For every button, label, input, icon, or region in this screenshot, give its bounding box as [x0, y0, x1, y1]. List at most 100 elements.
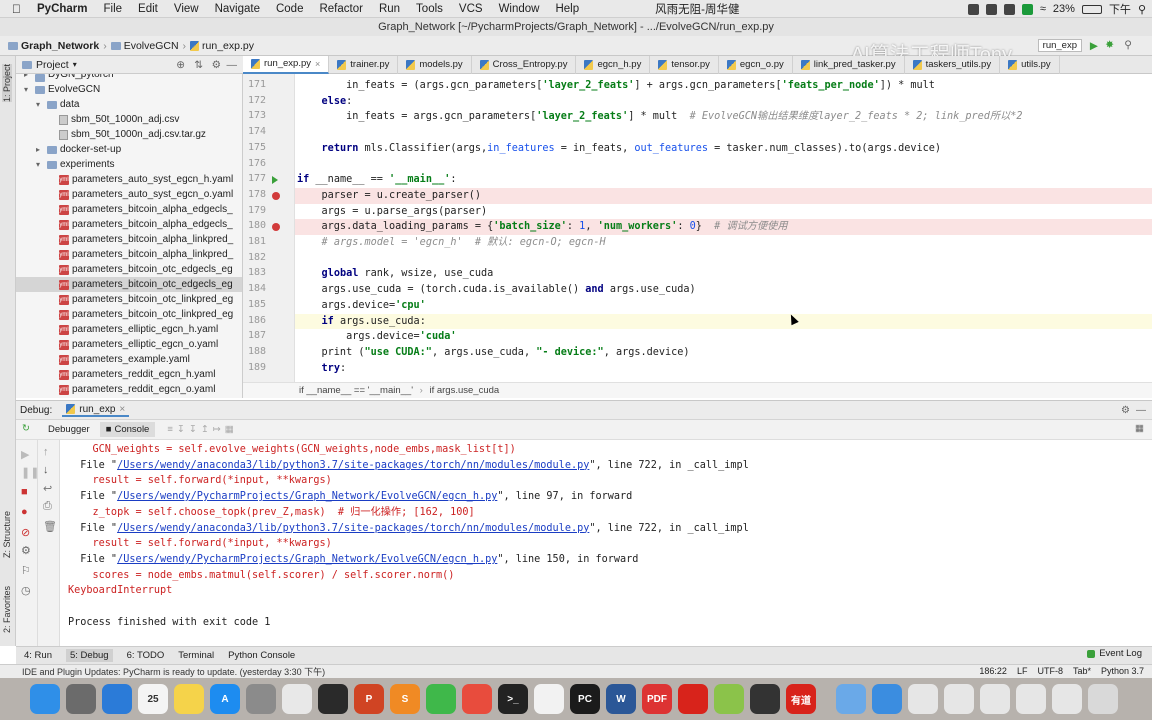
tab-console[interactable]: ■ Console: [99, 422, 156, 437]
favorites-tool-button[interactable]: 2: Favorites: [2, 586, 12, 633]
editor-tab[interactable]: egcn_h.py: [576, 55, 651, 74]
tree-item[interactable]: yml parameters_bitcoin_otc_linkpred_eg: [16, 307, 242, 322]
youdao-icon[interactable]: 有道: [786, 684, 816, 714]
tray-icon[interactable]: [967, 3, 979, 15]
search-everywhere-icon[interactable]: ⚲: [1124, 39, 1132, 51]
editor-tab[interactable]: utils.py: [1000, 55, 1060, 74]
debug-session-tab[interactable]: run_exp ×: [62, 404, 130, 417]
tab-debugger[interactable]: Debugger: [42, 422, 96, 437]
menu-view[interactable]: View: [166, 3, 207, 15]
step-into-icon[interactable]: ↧: [177, 424, 185, 435]
tool-window--run[interactable]: 4: Run: [24, 650, 52, 661]
code-line[interactable]: return mls.Classifier(args,in_features =…: [295, 141, 1152, 157]
tree-item[interactable]: sbm_50t_1000n_adj.csv.tar.gz: [16, 127, 242, 142]
down-icon[interactable]: ↓: [43, 464, 49, 476]
editor-tab[interactable]: run_exp.py ×: [243, 55, 330, 74]
code-line[interactable]: parser = u.create_parser(): [295, 187, 1152, 204]
maps-icon[interactable]: [714, 684, 744, 714]
nav-crumb-project[interactable]: Graph_Network: [8, 40, 99, 52]
tree-item[interactable]: yml parameters_bitcoin_alpha_linkpred_: [16, 247, 242, 262]
gear-icon[interactable]: ⚙: [21, 544, 31, 557]
tree-item[interactable]: yml parameters_bitcoin_otc_edgecls_eg: [16, 262, 242, 277]
code-line[interactable]: args.use_cuda = (torch.cuda.is_available…: [295, 282, 1152, 298]
gear-icon[interactable]: ⚙: [212, 59, 221, 71]
code-line[interactable]: else:: [295, 94, 1152, 110]
soft-wrap-icon[interactable]: ↩: [43, 482, 52, 495]
menu-refactor[interactable]: Refactor: [311, 3, 370, 15]
mute-breakpoints-icon[interactable]: ⊘: [21, 526, 30, 539]
tree-item[interactable]: yml parameters_reddit_egcn_o.yaml: [16, 382, 242, 397]
wifi-icon[interactable]: ≈: [1040, 3, 1046, 15]
menu-navigate[interactable]: Navigate: [207, 3, 268, 15]
status-item[interactable]: 186:22: [979, 664, 1007, 678]
code-line[interactable]: in_feats = (args.gcn_parameters['layer_2…: [295, 78, 1152, 94]
word-icon[interactable]: W: [606, 684, 636, 714]
editor-tab[interactable]: tensor.py: [650, 55, 719, 74]
appstore-icon[interactable]: A: [210, 684, 240, 714]
close-icon[interactable]: ×: [315, 55, 320, 73]
code-line[interactable]: # args.model = 'egcn_h' # 默认: egcn-O; eg…: [295, 235, 1152, 251]
run-to-cursor-icon[interactable]: ↦: [213, 424, 221, 435]
activity-icon[interactable]: [318, 684, 348, 714]
breadcrumb-item[interactable]: if args.use_cuda: [429, 385, 499, 396]
tray-icon[interactable]: [1003, 3, 1015, 15]
battery-icon[interactable]: [1081, 4, 1102, 14]
tool-window--debug[interactable]: 5: Debug: [66, 649, 113, 662]
folder-icon[interactable]: [836, 684, 866, 714]
netease-icon[interactable]: [678, 684, 708, 714]
finder-icon[interactable]: [30, 684, 60, 714]
safari-icon[interactable]: [102, 684, 132, 714]
editor-tab[interactable]: egcn_o.py: [719, 55, 793, 74]
menu-help[interactable]: Help: [547, 3, 587, 15]
status-item[interactable]: Python 3.7: [1101, 664, 1144, 678]
powerpoint-icon[interactable]: P: [354, 684, 384, 714]
code-line[interactable]: if args.use_cuda:: [295, 313, 1152, 330]
preview-icon[interactable]: [282, 684, 312, 714]
editor-tab[interactable]: models.py: [398, 55, 472, 74]
hide-icon[interactable]: —: [1136, 405, 1146, 416]
tool-window-terminal[interactable]: Terminal: [178, 650, 214, 661]
collapse-icon[interactable]: ⇅: [194, 59, 203, 71]
gear-icon[interactable]: ⚙: [1121, 405, 1130, 416]
code-line[interactable]: [295, 251, 1152, 267]
breakpoint-icon[interactable]: [272, 191, 280, 200]
sublime-icon[interactable]: S: [390, 684, 420, 714]
project-panel-title[interactable]: Project: [36, 59, 69, 71]
tree-item[interactable]: yml parameters_bitcoin_otc_edgecls_eg: [16, 277, 242, 292]
baidu-icon[interactable]: [534, 684, 564, 714]
tool-window--todo[interactable]: 6: TODO: [127, 650, 165, 661]
view-breakpoints-icon[interactable]: ●: [21, 506, 28, 518]
file-link[interactable]: /Users/wendy/anaconda3/lib/python3.7/sit…: [117, 460, 589, 471]
pin-icon[interactable]: ⚐: [21, 564, 31, 577]
rerun-icon[interactable]: ↻: [22, 423, 30, 434]
menu-window[interactable]: Window: [491, 3, 548, 15]
chevron-down-icon[interactable]: ▾: [73, 60, 77, 69]
window-icon-a[interactable]: [908, 684, 938, 714]
code-line[interactable]: in_feats = args.gcn_parameters['layer_2_…: [295, 109, 1152, 125]
tree-item[interactable]: yml parameters_bitcoin_alpha_edgecls_: [16, 202, 242, 217]
notes-icon[interactable]: [174, 684, 204, 714]
expand-arrow-icon[interactable]: ▾: [36, 157, 44, 172]
menu-file[interactable]: File: [96, 3, 131, 15]
stop-icon[interactable]: ■: [21, 486, 28, 498]
tree-item[interactable]: ▾ data: [16, 97, 242, 112]
layout-icon[interactable]: ▦: [1135, 423, 1144, 434]
evaluate-icon[interactable]: ▦: [225, 424, 234, 435]
chrome-icon[interactable]: [462, 684, 492, 714]
status-message[interactable]: IDE and Plugin Updates: PyCharm is ready…: [22, 667, 325, 677]
menu-run[interactable]: Run: [371, 3, 408, 15]
file-link[interactable]: /Users/wendy/PycharmProjects/Graph_Netwo…: [117, 554, 497, 565]
step-over-icon[interactable]: ≡: [167, 424, 173, 435]
locate-icon[interactable]: ⊕: [176, 59, 185, 71]
editor-tab[interactable]: taskers_utils.py: [905, 55, 1001, 74]
tool-window-python-console[interactable]: Python Console: [228, 650, 295, 661]
tree-item[interactable]: yml parameters_bitcoin_otc_linkpred_eg: [16, 292, 242, 307]
nav-crumb-folder[interactable]: EvolveGCN: [110, 40, 179, 52]
tree-item[interactable]: yml parameters_auto_syst_egcn_o.yaml: [16, 187, 242, 202]
tree-item[interactable]: yml parameters_bitcoin_alpha_linkpred_: [16, 232, 242, 247]
tree-item[interactable]: ▸ docker-set-up: [16, 142, 242, 157]
code-line[interactable]: args.data_loading_params = {'batch_size'…: [295, 219, 1152, 235]
tree-item[interactable]: yml parameters_reddit_egcn_h.yaml: [16, 367, 242, 382]
tree-item[interactable]: yml parameters_bitcoin_alpha_edgecls_: [16, 217, 242, 232]
code-line[interactable]: args.device='cuda': [295, 329, 1152, 345]
